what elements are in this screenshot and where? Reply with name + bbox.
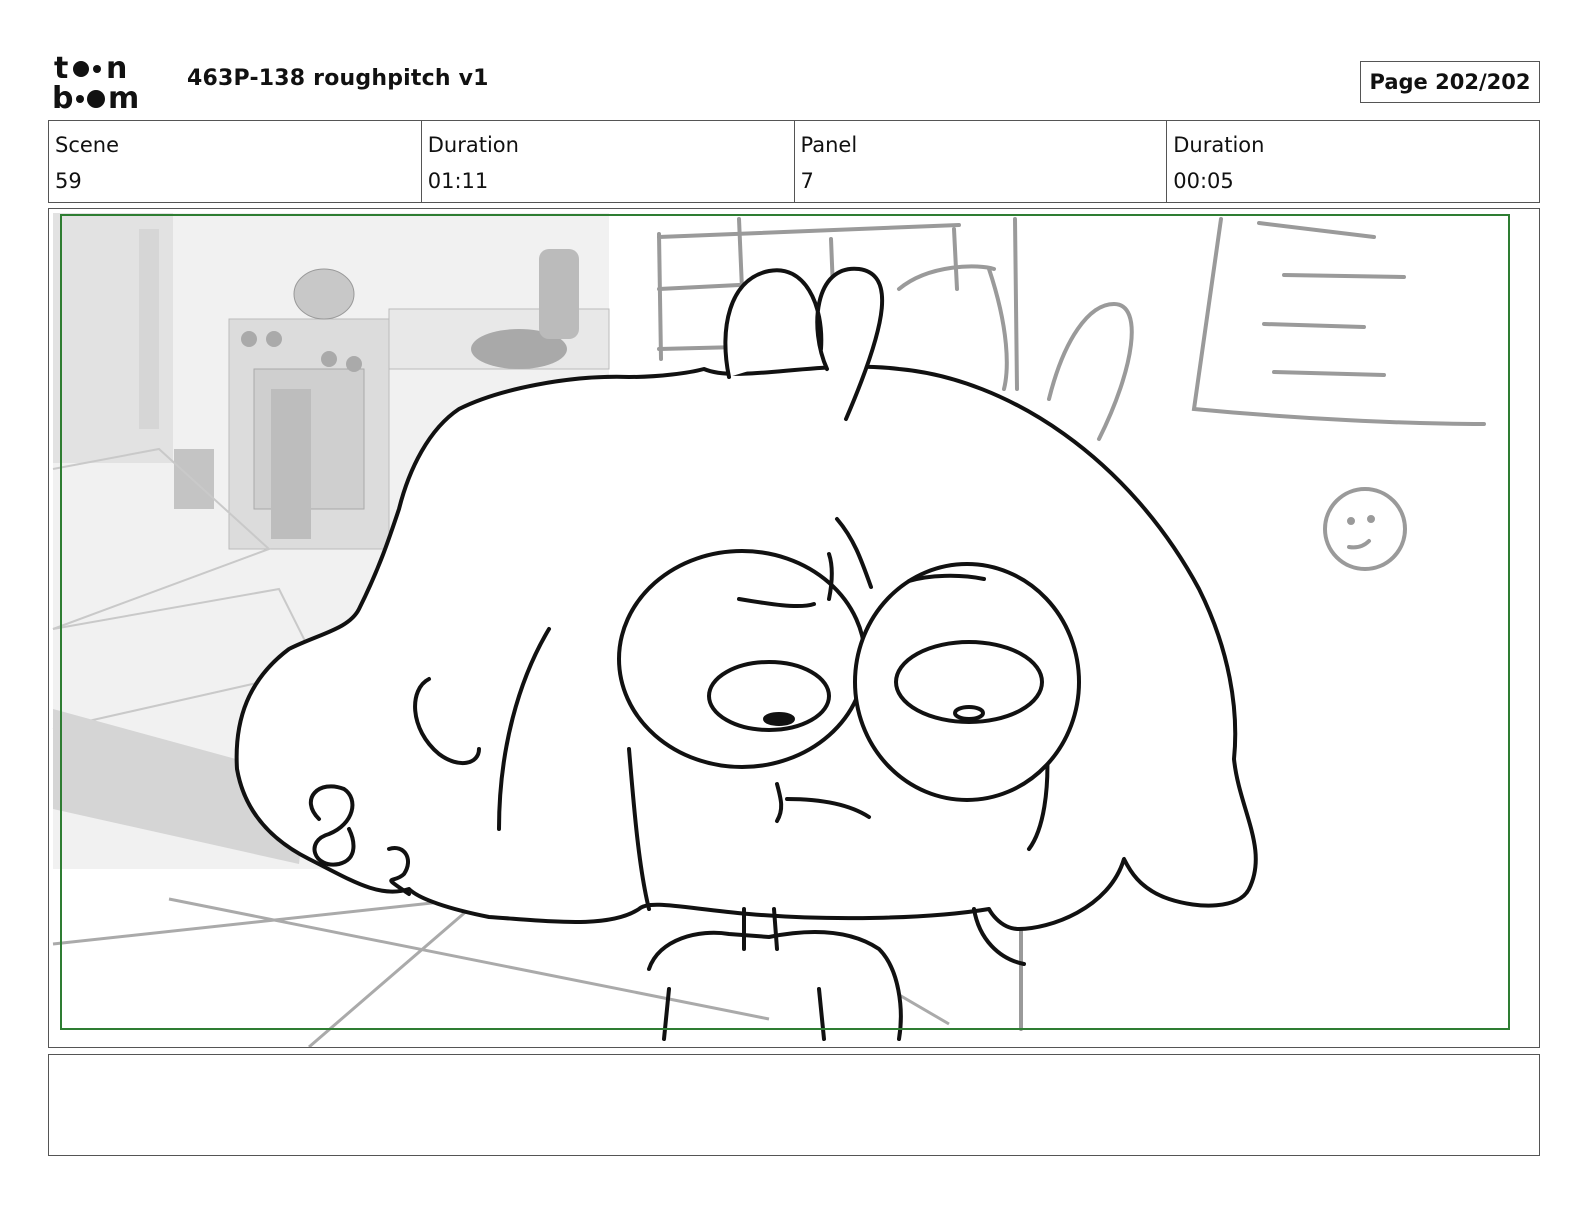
panel-drawing bbox=[52, 213, 1510, 1047]
panel-duration-label: Duration bbox=[1173, 133, 1265, 157]
panel-duration-value: 00:05 bbox=[1173, 169, 1234, 193]
scene-duration-cell: Duration 01:11 bbox=[422, 121, 795, 202]
panel-label: Panel bbox=[800, 133, 858, 157]
scene-info-table: Scene 59 Duration 01:11 Panel 7 Duration… bbox=[48, 120, 1540, 203]
scene-duration-value: 01:11 bbox=[427, 169, 489, 193]
panel-cell: Panel 7 bbox=[795, 121, 1168, 202]
panel-notes-box bbox=[48, 1054, 1540, 1156]
toon-boom-logo: t n b m bbox=[52, 51, 164, 116]
scene-label: Scene bbox=[55, 133, 120, 157]
panel-duration-cell: Duration 00:05 bbox=[1167, 121, 1539, 202]
svg-text:b: b bbox=[52, 81, 73, 112]
document-title: 463P-138 roughpitch v1 bbox=[187, 66, 489, 91]
panel-value: 7 bbox=[800, 169, 814, 193]
page-number-label: Page 202/202 bbox=[1360, 61, 1540, 103]
svg-text:m: m bbox=[108, 81, 139, 112]
storyboard-panel bbox=[48, 208, 1540, 1048]
scene-cell: Scene 59 bbox=[49, 121, 422, 202]
scene-value: 59 bbox=[55, 169, 82, 193]
scene-duration-label: Duration bbox=[427, 133, 519, 157]
